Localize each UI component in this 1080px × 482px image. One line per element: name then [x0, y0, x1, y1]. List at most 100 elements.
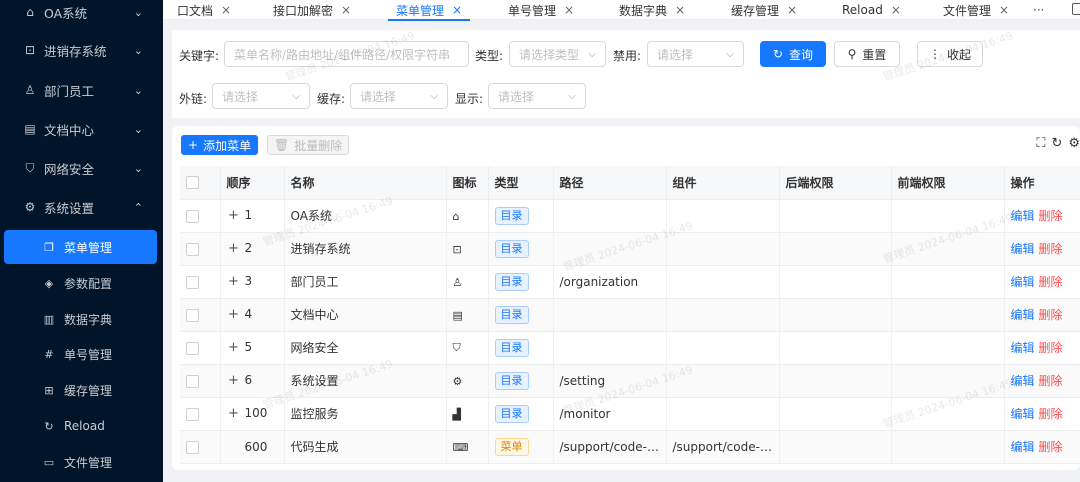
edit-link[interactable]: 编辑 — [1011, 209, 1035, 223]
batch-delete-button[interactable]: 🗑 批量删除 — [267, 135, 350, 155]
table-row[interactable]: +100 监控服务 ▟ 目录/monitor 编辑 删除 — [180, 397, 1080, 431]
row-checkbox[interactable] — [186, 374, 199, 388]
sidebar-subitem-serial[interactable]: # 单号管理 — [4, 337, 157, 371]
header-frontend-permission[interactable]: 前端权限 — [891, 166, 1005, 200]
edit-link[interactable]: 编辑 — [1011, 308, 1035, 322]
header-type[interactable]: 类型 — [488, 166, 554, 200]
sidebar-subitem-menu-management[interactable]: ❐ 菜单管理 — [4, 230, 157, 264]
order-value: 100 — [244, 406, 268, 420]
add-menu-button[interactable]: + 添加菜单 — [181, 135, 259, 155]
sidebar-subitem-reload[interactable]: ↻ Reload — [4, 409, 157, 443]
sidebar-subitem-dictionary[interactable]: ▥ 数据字典 — [4, 302, 157, 336]
sidebar-item-docs[interactable]: ▤ 文档中心 ⌄ — [0, 112, 163, 146]
expand-icon[interactable]: + — [227, 274, 241, 289]
close-icon[interactable]: × — [891, 3, 901, 17]
tab-api-docs[interactable]: 口文档 × — [177, 0, 231, 20]
edit-link[interactable]: 编辑 — [1011, 275, 1035, 289]
edit-link[interactable]: 编辑 — [1011, 341, 1035, 355]
keyword-input[interactable]: 菜单名称/路由地址/组件路径/权限字符串 — [224, 41, 469, 67]
close-icon[interactable]: × — [564, 3, 574, 17]
header-name[interactable]: 名称 — [284, 166, 447, 200]
tab-menu-management[interactable]: 菜单管理 × — [387, 0, 471, 21]
delete-link[interactable]: 删除 — [1039, 242, 1063, 256]
sidebar-item-oa[interactable]: ⌂ OA系统 ⌄ — [0, 0, 163, 29]
more-tabs-icon[interactable]: ··· — [1033, 0, 1044, 20]
tab-serial[interactable]: 单号管理 × — [508, 0, 574, 20]
sidebar-item-inventory[interactable]: ⊡ 进销存系统 ⌄ — [0, 33, 163, 67]
close-icon[interactable]: × — [221, 3, 231, 17]
expand-icon[interactable]: + — [227, 373, 241, 388]
type-select[interactable]: 请选择类型 ⌵ — [509, 41, 606, 67]
delete-link[interactable]: 删除 — [1039, 308, 1063, 322]
close-icon[interactable]: × — [675, 3, 685, 17]
sidebar-subitem-params[interactable]: ◈ 参数配置 — [4, 266, 157, 300]
row-checkbox[interactable] — [186, 308, 199, 322]
edit-link[interactable]: 编辑 — [1011, 374, 1035, 388]
table-row[interactable]: +3 部门员工 ♙ 目录/organization 编辑 删除 — [180, 265, 1080, 299]
header-backend-permission[interactable]: 后端权限 — [779, 166, 892, 200]
sidebar-item-settings[interactable]: ⚙ 系统设置 ⌃ — [0, 190, 163, 224]
expand-icon[interactable]: + — [227, 340, 241, 355]
refresh-icon[interactable]: ↻ — [1051, 136, 1062, 151]
query-button[interactable]: ↻ 查询 — [760, 41, 826, 67]
sidebar-subitem-cache[interactable]: ⊞ 缓存管理 — [4, 373, 157, 407]
close-icon[interactable]: × — [341, 3, 351, 17]
table-row[interactable]: +6 系统设置 ⚙ 目录/setting 编辑 删除 — [180, 364, 1080, 398]
row-checkbox[interactable] — [186, 275, 199, 289]
menu-table-card: + 添加菜单 🗑 批量删除 ⛶ ↻ ⚙ 顺序 名称 图标 类型 路径 组件 后端权限… — [172, 126, 1080, 470]
row-select-cell — [180, 430, 221, 464]
visible-select[interactable]: 请选择 ⌵ — [488, 83, 586, 109]
table-row[interactable]: 600 代码生成 ⌨ 菜单/support/code-ge.../support/co… — [180, 430, 1080, 464]
frontend-permission-cell — [891, 265, 1005, 299]
delete-link[interactable]: 删除 — [1039, 440, 1063, 454]
delete-link[interactable]: 删除 — [1039, 209, 1063, 223]
cache-select[interactable]: 请选择 ⌵ — [350, 83, 448, 109]
edit-link[interactable]: 编辑 — [1011, 440, 1035, 454]
table-row[interactable]: +2 进销存系统 ⊡ 目录 编辑 删除 — [180, 232, 1080, 266]
sidebar-subitem-files[interactable]: ▭ 文件管理 — [4, 445, 157, 479]
close-icon[interactable]: × — [999, 3, 1009, 17]
row-checkbox[interactable] — [186, 440, 199, 454]
header-icon[interactable]: 图标 — [446, 166, 489, 200]
header-order[interactable]: 顺序 — [220, 166, 285, 200]
tab-cache[interactable]: 缓存管理 × — [731, 0, 797, 20]
close-icon[interactable]: × — [787, 3, 797, 17]
close-icon[interactable]: × — [452, 3, 462, 17]
edit-link[interactable]: 编辑 — [1011, 242, 1035, 256]
tab-dictionary[interactable]: 数据字典 × — [619, 0, 685, 20]
grid-icon: ⊞ — [44, 383, 54, 397]
row-checkbox[interactable] — [186, 209, 199, 223]
table-row[interactable]: +4 文档中心 ▤ 目录 编辑 删除 — [180, 298, 1080, 332]
expand-icon[interactable]: + — [227, 406, 241, 421]
header-component[interactable]: 组件 — [666, 166, 780, 200]
shield-icon: ⛉ — [25, 160, 35, 175]
sidebar-item-security[interactable]: ⛉ 网络安全 ⌄ — [0, 151, 163, 185]
expand-icon[interactable]: + — [227, 241, 241, 256]
expand-icon[interactable]: + — [227, 208, 241, 223]
disabled-select[interactable]: 请选择 ⌵ — [647, 41, 744, 67]
select-all-checkbox[interactable] — [186, 176, 199, 190]
reset-button[interactable]: ⚲ 重置 — [834, 41, 900, 67]
delete-link[interactable]: 删除 — [1039, 374, 1063, 388]
expand-icon[interactable]: + — [227, 307, 241, 322]
delete-link[interactable]: 删除 — [1039, 341, 1063, 355]
tab-reload[interactable]: Reload × — [842, 0, 901, 20]
row-checkbox[interactable] — [186, 242, 199, 256]
edit-link[interactable]: 编辑 — [1011, 407, 1035, 421]
collapse-button[interactable]: ⋮ 收起 — [917, 41, 983, 67]
external-select[interactable]: 请选择 ⌵ — [212, 83, 310, 109]
settings-icon[interactable]: ⚙ — [1068, 136, 1080, 151]
header-path[interactable]: 路径 — [553, 166, 667, 200]
row-checkbox[interactable] — [186, 407, 199, 421]
tab-api-encrypt[interactable]: 接口加解密 × — [273, 0, 351, 20]
sidebar-item-staff[interactable]: ♙ 部门员工 ⌄ — [0, 73, 163, 107]
table-row[interactable]: +1 OA系统 ⌂ 目录 编辑 删除 — [180, 199, 1080, 233]
fullscreen-icon[interactable]: ⛶ — [1036, 136, 1045, 151]
delete-link[interactable]: 删除 — [1039, 275, 1063, 289]
tab-menu-icon[interactable] — [1072, 3, 1080, 15]
tab-files[interactable]: 文件管理 × — [943, 0, 1009, 20]
table-row[interactable]: +5 网络安全 ⛉ 目录 编辑 删除 — [180, 331, 1080, 365]
row-checkbox[interactable] — [186, 341, 199, 355]
batch-delete-label: 批量删除 — [294, 138, 343, 153]
delete-link[interactable]: 删除 — [1039, 407, 1063, 421]
